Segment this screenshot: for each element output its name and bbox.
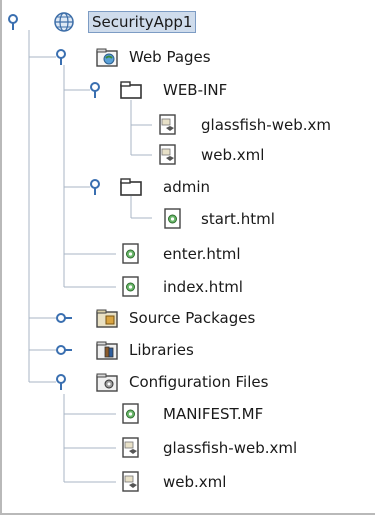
expanded-toggle-icon[interactable] xyxy=(56,49,72,65)
libraries-label[interactable]: Libraries xyxy=(126,339,197,361)
folder-icon xyxy=(120,81,142,99)
file-label[interactable]: web.xml xyxy=(160,471,229,493)
libraries-icon xyxy=(96,341,118,360)
source-packages-label[interactable]: Source Packages xyxy=(126,307,258,329)
xml-file-icon xyxy=(122,471,139,492)
project-tree: SecurityApp1 Web Pages WEB-INF glassfish… xyxy=(2,0,375,513)
html-file-icon xyxy=(164,208,181,229)
xml-file-icon xyxy=(159,114,176,135)
web-pages-folder-icon xyxy=(96,48,118,67)
configuration-files-icon xyxy=(96,373,118,392)
manifest-file-icon xyxy=(122,403,139,424)
web-pages-label[interactable]: Web Pages xyxy=(126,46,214,68)
project-name[interactable]: SecurityApp1 xyxy=(88,11,197,33)
expanded-toggle-icon[interactable] xyxy=(8,14,24,30)
xml-file-icon xyxy=(159,144,176,165)
expanded-toggle-icon[interactable] xyxy=(90,82,106,98)
projects-panel: SecurityApp1 Web Pages WEB-INF glassfish… xyxy=(0,0,375,515)
folder-icon xyxy=(120,178,142,196)
html-file-icon xyxy=(122,276,139,297)
expanded-toggle-icon[interactable] xyxy=(56,374,72,390)
globe-icon xyxy=(54,12,74,32)
expanded-toggle-icon[interactable] xyxy=(90,179,106,195)
file-label[interactable]: index.html xyxy=(160,276,246,298)
source-packages-icon xyxy=(96,309,118,328)
xml-file-icon xyxy=(122,437,139,458)
configuration-files-label[interactable]: Configuration Files xyxy=(126,371,271,393)
file-label[interactable]: glassfish-web.xml xyxy=(160,437,300,459)
collapsed-toggle-icon[interactable] xyxy=(56,342,72,358)
html-file-icon xyxy=(122,243,139,264)
web-inf-label[interactable]: WEB-INF xyxy=(160,79,230,101)
admin-label[interactable]: admin xyxy=(160,176,213,198)
file-label[interactable]: glassfish-web.xm xyxy=(198,114,334,136)
file-label[interactable]: MANIFEST.MF xyxy=(160,403,266,425)
file-label[interactable]: start.html xyxy=(198,208,278,230)
file-label[interactable]: enter.html xyxy=(160,243,244,265)
collapsed-toggle-icon[interactable] xyxy=(56,310,72,326)
file-label[interactable]: web.xml xyxy=(198,144,267,166)
